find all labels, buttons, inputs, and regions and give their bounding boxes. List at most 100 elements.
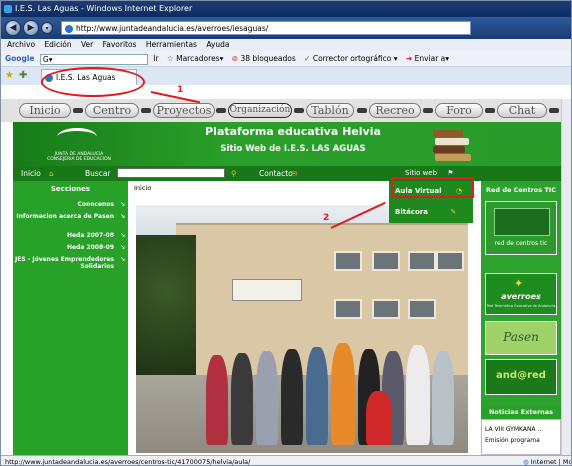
dropdown-bitacora[interactable]: Bitácora ✎ bbox=[395, 208, 456, 216]
menu-ver[interactable]: Ver bbox=[81, 40, 93, 49]
nav-separator bbox=[141, 108, 151, 113]
annotation-ellipse bbox=[41, 67, 145, 97]
annotation-number-1: 1 bbox=[177, 85, 184, 95]
globe-icon: ◍ bbox=[523, 458, 529, 466]
logo-subtitle: CONSEJERIA DE EDUCACION bbox=[47, 157, 111, 162]
news-item[interactable]: Emisión programa bbox=[485, 435, 557, 446]
nav-separator bbox=[357, 108, 367, 113]
status-url: http://www.juntadeandalucia.es/averroes/… bbox=[5, 458, 251, 466]
flag-icon: ⚑ bbox=[447, 169, 454, 177]
sidebar-item-heda-2007[interactable]: Heda 2007-08 bbox=[13, 232, 128, 239]
page-scrollbar[interactable] bbox=[561, 99, 571, 455]
sidebar-item-pasen[interactable]: Informacion acerca de Pasen bbox=[13, 213, 128, 220]
nav-recreo[interactable]: Recreo bbox=[369, 103, 421, 118]
nav-organizacion[interactable]: Organización bbox=[228, 103, 292, 118]
site-header: JUNTA DE ANDALUCIA CONSEJERIA DE EDUCACI… bbox=[13, 122, 561, 166]
marcadores-button[interactable]: Marcadores▾ bbox=[176, 54, 223, 63]
google-search-input[interactable]: G▾ bbox=[39, 53, 148, 65]
title-bar: I.E.S. Las Aguas - Windows Internet Expl… bbox=[1, 1, 571, 17]
logo-text: JUNTA DE ANDALUCIA CONSEJERIA DE EDUCACI… bbox=[43, 152, 115, 162]
sitio-web-label: Sitio web bbox=[405, 169, 438, 177]
pasen-link[interactable]: Pasen bbox=[485, 321, 557, 355]
averroes-icon: ✦ bbox=[514, 277, 524, 290]
red-centros-tic-link[interactable]: red de centros tic bbox=[485, 201, 557, 255]
toolbar-inicio-link[interactable]: Inicio bbox=[21, 166, 41, 181]
window-title: I.E.S. Las Aguas - Windows Internet Expl… bbox=[15, 4, 193, 13]
tic-illustration-icon bbox=[494, 208, 550, 236]
right-panel: Red de Centros TIC red de centros tic ✦ … bbox=[481, 181, 561, 455]
menu-favoritos[interactable]: Favoritos bbox=[103, 40, 137, 49]
news-heading: Noticias Externas bbox=[481, 405, 561, 419]
nav-separator bbox=[73, 108, 83, 113]
corrector-button[interactable]: Corrector ortográfico ▾ bbox=[313, 54, 398, 63]
books-icon bbox=[433, 128, 473, 162]
bloqueados-button[interactable]: 38 bloqueados bbox=[240, 54, 295, 63]
google-toolbar: Google G▾ Ir ☆ Marcadores▾ ⊘ 38 bloquead… bbox=[1, 51, 571, 67]
averroes-link[interactable]: ✦ averroes Red Telemática Educativa de A… bbox=[485, 273, 557, 315]
security-zone: ◍ Internet | Mo bbox=[523, 458, 571, 466]
back-icon[interactable]: ◀ bbox=[5, 20, 21, 36]
toolbar-contacto-link[interactable]: Contacto bbox=[259, 166, 293, 181]
status-bar: http://www.juntadeandalucia.es/averroes/… bbox=[1, 455, 571, 466]
header-subtitle: Sitio Web de I.E.S. LAS AGUAS bbox=[220, 144, 366, 154]
spellcheck-icon: ✓ bbox=[304, 54, 311, 63]
address-url: http://www.juntadeandalucia.es/averroes/… bbox=[76, 24, 269, 33]
favorites-star-icon[interactable]: ★ bbox=[5, 70, 14, 81]
toolbar-buscar-label: Buscar bbox=[85, 169, 111, 178]
site-toolbar: Inicio ⌂ Buscar ⚲ Contacto ✉ bbox=[13, 166, 561, 181]
google-logo: Google bbox=[5, 54, 35, 63]
address-input[interactable]: http://www.juntadeandalucia.es/averroes/… bbox=[61, 21, 471, 35]
google-ir-button[interactable]: Ir bbox=[153, 54, 158, 63]
popup-blocker-icon: ⊘ bbox=[231, 54, 239, 63]
junta-logo-icon bbox=[57, 128, 97, 146]
menu-bar: Archivo Edición Ver Favoritos Herramient… bbox=[1, 39, 571, 51]
menu-herramientas[interactable]: Herramientas bbox=[146, 40, 197, 49]
nav-tablon[interactable]: Tablón bbox=[306, 103, 354, 118]
nav-separator bbox=[549, 108, 559, 113]
forward-icon[interactable]: ▶ bbox=[23, 20, 39, 36]
sidebar-heading: Secciones bbox=[50, 185, 91, 193]
menu-ayuda[interactable]: Ayuda bbox=[206, 40, 229, 49]
news-box: LA VIII GYMKANA ... Emisión programa bbox=[481, 419, 561, 455]
binoculars-icon[interactable]: ⚲ bbox=[231, 166, 237, 181]
tree bbox=[136, 235, 196, 375]
site-search-input[interactable] bbox=[117, 168, 225, 178]
mail-icon[interactable]: ✉ bbox=[291, 166, 297, 181]
address-bar-row: ◀ ▶ ▾ http://www.juntadeandalucia.es/ave… bbox=[1, 17, 571, 39]
send-icon: ➜ bbox=[405, 54, 413, 63]
bitacora-icon: ✎ bbox=[450, 208, 457, 216]
browser-window: I.E.S. Las Aguas - Windows Internet Expl… bbox=[0, 0, 572, 466]
sidebar-item-jes[interactable]: JES - Jóvenes Emprendedores Solidarios bbox=[13, 256, 128, 270]
menu-archivo[interactable]: Archivo bbox=[7, 40, 35, 49]
header-title: Plataforma educativa Helvia bbox=[205, 125, 381, 138]
nav-proyectos[interactable]: Proyectos bbox=[153, 103, 215, 118]
sidebar-item-heda-2008[interactable]: Heda 2008-09 bbox=[13, 244, 128, 251]
nav-separator bbox=[485, 108, 495, 113]
site-nav: Inicio Centro Proyectos Organización Tab… bbox=[1, 99, 571, 122]
enviar-button[interactable]: Enviar a▾ bbox=[415, 54, 449, 63]
sections-sidebar: Secciones Conocenos Informacion acerca d… bbox=[13, 181, 128, 455]
sidebar-item-conocenos[interactable]: Conocenos bbox=[13, 201, 128, 208]
school-photo bbox=[136, 205, 468, 453]
nav-centro[interactable]: Centro bbox=[85, 103, 139, 118]
home-icon[interactable]: ⌂ bbox=[49, 166, 54, 181]
nav-separator bbox=[423, 108, 433, 113]
nav-separator bbox=[216, 108, 226, 113]
annotation-box bbox=[391, 177, 474, 198]
page-icon bbox=[65, 25, 73, 33]
ie-icon bbox=[4, 5, 12, 13]
annotation-number-2: 2 bbox=[323, 213, 330, 223]
menu-edicion[interactable]: Edición bbox=[44, 40, 71, 49]
news-item[interactable]: LA VIII GYMKANA ... bbox=[485, 424, 557, 435]
nav-foro[interactable]: Foro bbox=[435, 103, 483, 118]
add-favorite-icon[interactable]: ✚ bbox=[19, 70, 27, 81]
breadcrumb[interactable]: Inicio bbox=[134, 184, 151, 192]
andared-link[interactable]: and@red bbox=[485, 359, 557, 395]
nav-inicio[interactable]: Inicio bbox=[19, 103, 71, 118]
dropdown-icon[interactable]: ▾ bbox=[41, 22, 53, 34]
bookmark-star-icon[interactable]: ☆ bbox=[167, 54, 174, 63]
nav-chat[interactable]: Chat bbox=[497, 103, 547, 118]
school-sign bbox=[232, 279, 302, 301]
nav-separator bbox=[294, 108, 304, 113]
right-panel-heading: Red de Centros TIC bbox=[486, 186, 556, 194]
